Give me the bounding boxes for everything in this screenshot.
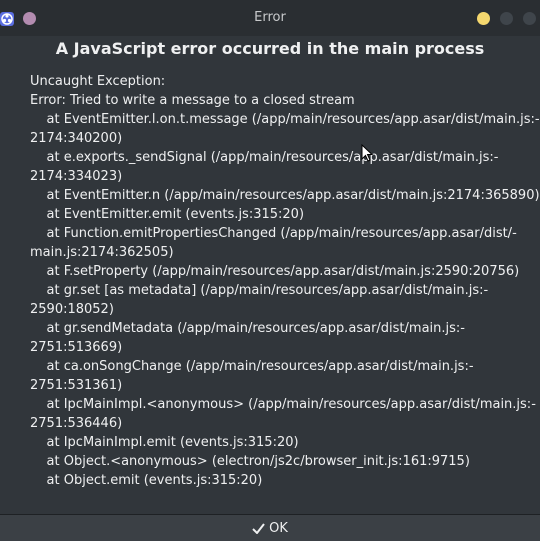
message-line: 2751:513669) bbox=[30, 340, 123, 355]
message-line: at EventEmitter.l.on.t.message (/app/mai… bbox=[30, 112, 540, 127]
ok-button[interactable]: OK bbox=[0, 515, 540, 541]
message-line: 2174:334023) bbox=[30, 169, 123, 184]
message-line: at gr.set [as metadata] (/app/main/resou… bbox=[30, 283, 489, 298]
maximize-button[interactable] bbox=[500, 12, 513, 25]
message-line: at IpcMainImpl.emit (events.js:315:20) bbox=[30, 435, 299, 450]
message-line: Error: Tried to write a message to a clo… bbox=[30, 93, 355, 108]
close-button[interactable] bbox=[523, 12, 536, 25]
message-line: at F.setProperty (/app/main/resources/ap… bbox=[30, 264, 520, 279]
message-line: at IpcMainImpl.<anonymous> (/app/main/re… bbox=[30, 397, 536, 412]
message-line: at EventEmitter.emit (events.js:315:20) bbox=[30, 207, 305, 222]
message-line: at ca.onSongChange (/app/main/resources/… bbox=[30, 359, 474, 374]
message-line: at EventEmitter.n (/app/main/resources/a… bbox=[30, 188, 540, 203]
message-line: at gr.sendMetadata (/app/main/resources/… bbox=[30, 321, 465, 336]
error-dialog-window: Error A JavaScript error occurred in the… bbox=[0, 0, 540, 541]
message-line: at Function.emitPropertiesChanged (/app/… bbox=[30, 226, 517, 241]
ok-label: OK bbox=[269, 520, 288, 536]
message-line: Uncaught Exception: bbox=[30, 74, 166, 89]
minimize-button[interactable] bbox=[477, 12, 490, 25]
error-message: Uncaught Exception: Error: Tried to write… bbox=[30, 72, 540, 490]
window-title: Error bbox=[254, 10, 286, 25]
message-line: 2590:18052) bbox=[30, 302, 114, 317]
check-icon bbox=[252, 522, 265, 534]
message-line: main.js:2174:362505) bbox=[30, 245, 174, 260]
message-line: at Object.<anonymous> (electron/js2c/bro… bbox=[30, 454, 470, 469]
message-line: 2751:536446) bbox=[30, 416, 123, 431]
message-line: at e.exports._sendSignal (/app/main/reso… bbox=[30, 150, 499, 165]
message-line: at Object.emit (events.js:315:20) bbox=[30, 473, 263, 488]
mouse-cursor-icon bbox=[361, 144, 373, 162]
message-line: 2174:340200) bbox=[30, 131, 123, 146]
dialog-heading: A JavaScript error occurred in the main … bbox=[55, 39, 485, 58]
message-line: 2751:531361) bbox=[30, 378, 123, 393]
title-bar[interactable]: Error bbox=[0, 0, 540, 36]
